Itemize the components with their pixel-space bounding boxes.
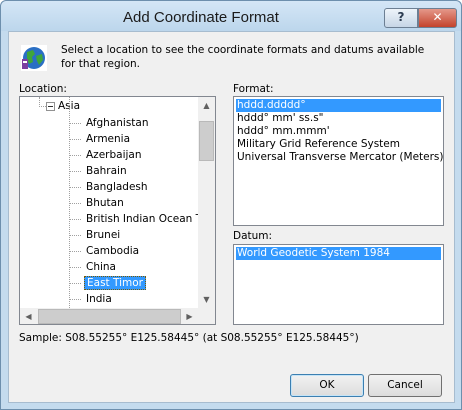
tree-item-cambodia[interactable]: Cambodia [70, 243, 141, 259]
scroll-down-icon[interactable]: ▼ [198, 291, 215, 308]
tree-connector-root [39, 106, 46, 107]
tree-item-label: China [86, 261, 116, 273]
help-button[interactable]: ? [384, 8, 418, 28]
tree-item-china[interactable]: China [70, 259, 118, 275]
title-bar[interactable]: Add Coordinate Format ? ✕ [1, 1, 461, 31]
tree-vertical-scrollbar[interactable]: ▲ ▼ [198, 97, 215, 308]
tree-item-india[interactable]: India [70, 291, 114, 307]
tree-item-armenia[interactable]: Armenia [70, 131, 132, 147]
tree-item-label: East Timor [84, 276, 146, 290]
format-option[interactable]: Military Grid Reference System [236, 138, 441, 151]
tree-horizontal-scrollbar[interactable]: ◀ ▶ [20, 308, 198, 324]
tree-item-label: Bhutan [86, 197, 124, 209]
tree-item-british-indian-ocean[interactable]: British Indian Ocean Ter [70, 211, 198, 227]
tree-item-label: Azerbaijan [86, 149, 142, 161]
tree-connector-top [39, 97, 40, 105]
tree-item-bhutan[interactable]: Bhutan [70, 195, 126, 211]
datum-option[interactable]: World Geodetic System 1984 [236, 247, 441, 260]
tree-item-east-timor[interactable]: East Timor [70, 275, 146, 291]
format-list[interactable]: hddd.ddddd° hddd° mm' ss.s" hddd° mm.mmm… [233, 96, 444, 226]
tree-item-label: Bahrain [86, 165, 127, 177]
scrollbar-corner [198, 308, 215, 324]
tree-item-afghanistan[interactable]: Afghanistan [70, 115, 151, 131]
tree-item-bangladesh[interactable]: Bangladesh [70, 179, 150, 195]
format-option[interactable]: Universal Transverse Mercator (Meters) [236, 151, 444, 164]
scroll-up-icon[interactable]: ▲ [198, 97, 215, 114]
format-option[interactable]: hddd° mm.mmm' [236, 125, 441, 138]
format-option[interactable]: hddd.ddddd° [236, 99, 441, 112]
intro-text: Select a location to see the coordinate … [61, 44, 425, 70]
location-tree[interactable]: Asia Afghanistan Armenia Azerbaijan Bahr… [19, 96, 216, 325]
location-label: Location: [19, 83, 67, 95]
vertical-scroll-thumb[interactable] [199, 121, 214, 161]
tree-item-label: British Indian Ocean Ter [86, 213, 198, 225]
tree-item-label: Afghanistan [86, 117, 149, 129]
tree-item-brunei[interactable]: Brunei [70, 227, 122, 243]
datum-list[interactable]: World Geodetic System 1984 [233, 244, 444, 325]
tree-item-label: Armenia [86, 133, 131, 145]
dialog-title: Add Coordinate Format [123, 9, 279, 26]
close-button[interactable]: ✕ [418, 8, 457, 28]
dialog-body: Select a location to see the coordinate … [8, 31, 455, 403]
tree-item-label: Cambodia [86, 245, 140, 257]
tree-collapse-icon[interactable] [46, 102, 55, 111]
tree-item-label: Brunei [86, 229, 121, 241]
globe-map-icon [21, 45, 47, 71]
format-option[interactable]: hddd° mm' ss.s" [236, 112, 441, 125]
cancel-button[interactable]: Cancel [368, 374, 442, 397]
ok-button[interactable]: OK [290, 374, 364, 397]
tree-item-label: Bangladesh [86, 181, 148, 193]
scroll-right-icon[interactable]: ▶ [181, 308, 198, 324]
location-tree-content: Asia Afghanistan Armenia Azerbaijan Bahr… [20, 97, 198, 308]
dialog-window: Add Coordinate Format ? ✕ Select a locat… [0, 0, 462, 410]
format-label: Format: [233, 83, 274, 95]
tree-item-bahrain[interactable]: Bahrain [70, 163, 129, 179]
horizontal-scroll-thumb[interactable] [38, 309, 181, 324]
tree-item-azerbaijan[interactable]: Azerbaijan [70, 147, 144, 163]
scroll-left-icon[interactable]: ◀ [20, 308, 37, 324]
datum-label: Datum: [233, 230, 273, 242]
tree-item-label: India [86, 293, 112, 305]
sample-text: Sample: S08.55255° E125.58445° (at S08.5… [19, 332, 359, 344]
